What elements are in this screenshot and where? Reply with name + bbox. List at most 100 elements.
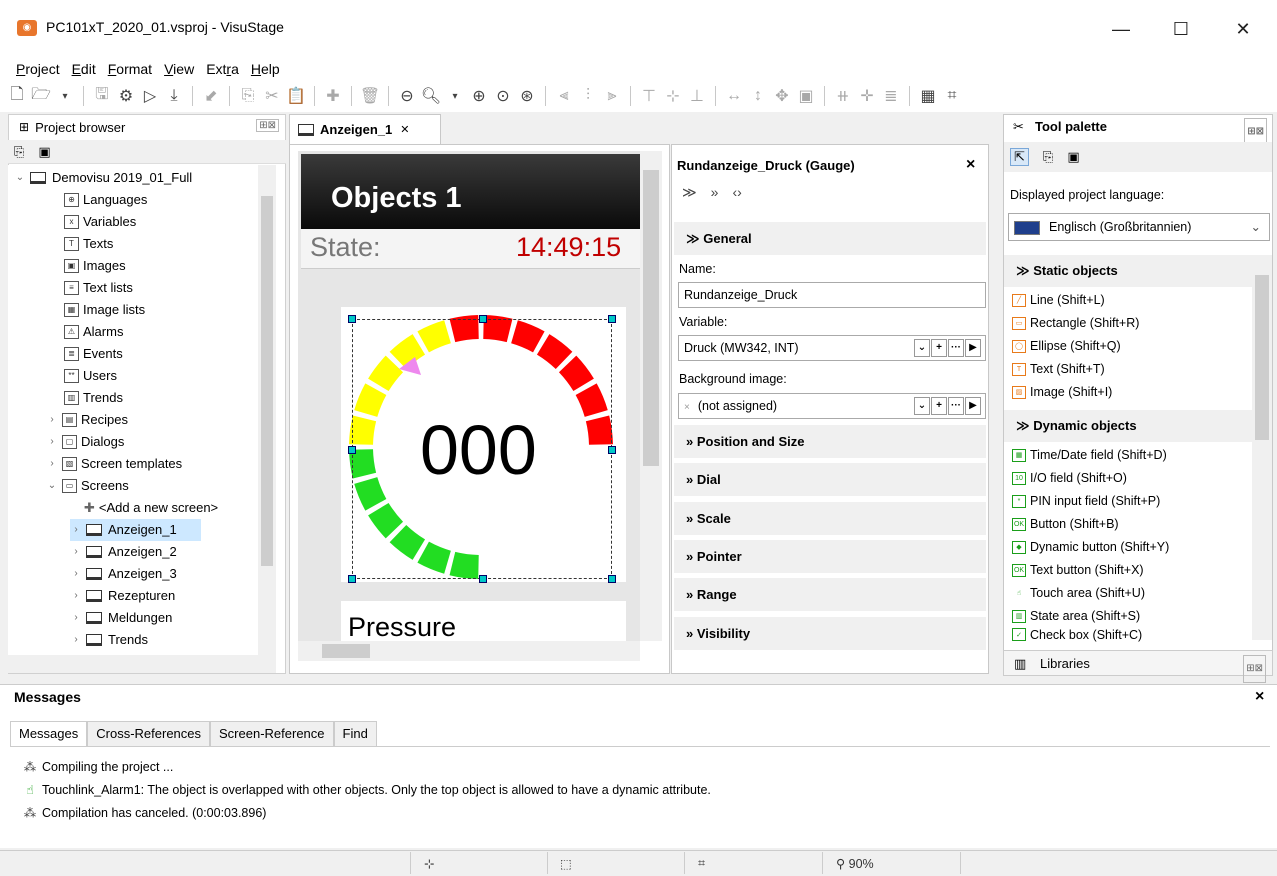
- tree-item-alarms[interactable]: ⚠ Alarms: [64, 321, 123, 343]
- zoom-100-icon[interactable]: ⊙: [494, 87, 512, 105]
- delete-icon[interactable]: 🗑: [360, 87, 380, 105]
- code-icon[interactable]: ‹›: [732, 184, 741, 201]
- tree-item-anzeigen-1[interactable]: › Anzeigen_1: [70, 519, 201, 541]
- resize-handle[interactable]: [479, 315, 487, 323]
- menu-project[interactable]: Project: [16, 58, 60, 80]
- menu-format[interactable]: Format: [108, 58, 152, 80]
- tree-item-trends-screen[interactable]: › Trends: [70, 629, 148, 651]
- tab-find[interactable]: Find: [333, 721, 377, 746]
- tab-cross-references[interactable]: Cross-References: [87, 721, 211, 746]
- tree-item-add-screen[interactable]: ✚ <Add a new screen>: [84, 497, 218, 519]
- save-icon[interactable]: 🖫: [93, 86, 111, 105]
- section-scale[interactable]: » Scale: [674, 502, 986, 535]
- section-visibility[interactable]: » Visibility: [674, 617, 986, 650]
- tab-anzeigen-1[interactable]: Anzeigen_1 ✕: [289, 114, 441, 144]
- zoom-icon[interactable]: 🔍︎: [421, 87, 441, 105]
- resize-handle[interactable]: [608, 446, 616, 454]
- play-icon[interactable]: ▶: [965, 397, 981, 415]
- tool-time-date-field[interactable]: ▦ Time/Date field (Shift+D): [1012, 444, 1167, 466]
- zoom-fit-icon[interactable]: ⊛: [518, 87, 536, 105]
- same-size-icon[interactable]: ✥: [773, 87, 791, 105]
- message-item[interactable]: ⁂ Compiling the project ...: [22, 759, 174, 775]
- select-pointer-icon[interactable]: ⇱: [1010, 148, 1029, 166]
- tool-check-box[interactable]: ✓ Check box (Shift+C): [1012, 628, 1142, 642]
- same-height-icon[interactable]: ↕: [749, 87, 767, 105]
- section-position-size[interactable]: » Position and Size: [674, 425, 986, 458]
- dynamic-objects-header[interactable]: ≫ Dynamic objects: [1004, 410, 1252, 442]
- tree-item-events[interactable]: ≣ Events: [64, 343, 123, 365]
- align-middle-icon[interactable]: ⊹: [664, 87, 682, 105]
- cut-icon[interactable]: ✂: [263, 87, 281, 105]
- copy-icon[interactable]: ⎘: [14, 144, 24, 160]
- fit-icon[interactable]: ▣: [797, 87, 815, 105]
- section-general[interactable]: ≫ General: [674, 222, 986, 255]
- pin-icon[interactable]: ⊞⊠: [1243, 655, 1266, 683]
- screen-view-icon[interactable]: ▣: [38, 144, 50, 160]
- settings-icon[interactable]: ⚙: [117, 87, 135, 105]
- tool-state-area[interactable]: ▥ State area (Shift+S): [1012, 605, 1140, 627]
- resize-handle[interactable]: [348, 315, 356, 323]
- tree-horizontal-scrollbar[interactable]: [8, 655, 276, 673]
- tab-close-icon[interactable]: ✕: [400, 123, 409, 136]
- align-center-icon[interactable]: ⫶: [579, 87, 597, 105]
- collapse-all-icon[interactable]: ≫: [682, 184, 697, 201]
- editor-horizontal-thumb[interactable]: [322, 644, 370, 658]
- paste-icon[interactable]: 📋: [286, 87, 306, 105]
- copy-icon[interactable]: ⎘: [239, 87, 257, 105]
- more-icon[interactable]: ···: [948, 339, 964, 357]
- chevron-down-icon[interactable]: ⌄: [914, 339, 930, 357]
- add-icon[interactable]: +: [931, 339, 947, 357]
- tree-item-screens[interactable]: ⌄ ▭ Screens: [46, 475, 129, 497]
- more-icon[interactable]: ···: [948, 397, 964, 415]
- tree-item-recipes[interactable]: › ▤ Recipes: [46, 409, 128, 431]
- tool-pin-input[interactable]: * PIN input field (Shift+P): [1012, 490, 1160, 512]
- open-folder-icon[interactable]: 🗁: [31, 86, 51, 105]
- menu-help[interactable]: Help: [251, 58, 280, 80]
- tree-item-meldungen[interactable]: › Meldungen: [70, 607, 172, 629]
- tree-item-trends[interactable]: ▥ Trends: [64, 387, 123, 409]
- tool-text-button[interactable]: OK Text button (Shift+X): [1012, 559, 1144, 581]
- tree-scroll-thumb[interactable]: [261, 196, 273, 566]
- resize-handle[interactable]: [479, 575, 487, 583]
- tree-item-users[interactable]: ** Users: [64, 365, 117, 387]
- add-icon[interactable]: ✚: [324, 87, 342, 105]
- dropdown-arrow-icon[interactable]: ▾: [446, 87, 464, 105]
- tree-item-dialogs[interactable]: › ▢ Dialogs: [46, 431, 124, 453]
- tool-ellipse[interactable]: ◯ Ellipse (Shift+Q): [1012, 335, 1121, 357]
- tree-item-root[interactable]: ⌄ Demovisu 2019_01_Full: [14, 167, 192, 189]
- pin-icon[interactable]: ⊞⊠: [256, 119, 279, 132]
- resize-handle[interactable]: [608, 575, 616, 583]
- tool-palette-scroll-thumb[interactable]: [1255, 275, 1269, 440]
- grid-icon[interactable]: ▦: [919, 87, 937, 105]
- section-range[interactable]: » Range: [674, 578, 986, 611]
- copy-icon[interactable]: ⎘: [1043, 149, 1053, 165]
- center-icon[interactable]: ✛: [858, 87, 876, 105]
- close-window-button[interactable]: ✕: [1220, 14, 1266, 44]
- clear-icon[interactable]: ×: [684, 402, 690, 413]
- play-icon[interactable]: ▷: [141, 87, 159, 105]
- pointer-icon[interactable]: ⬋: [202, 87, 220, 105]
- resize-handle[interactable]: [608, 315, 616, 323]
- messages-close-button[interactable]: ×: [1255, 688, 1264, 706]
- tool-touch-area[interactable]: ☝ Touch area (Shift+U): [1012, 582, 1145, 604]
- menu-view[interactable]: View: [164, 58, 194, 80]
- minimize-button[interactable]: —: [1098, 14, 1144, 44]
- maximize-button[interactable]: ☐: [1158, 14, 1204, 44]
- tool-image[interactable]: ▨ Image (Shift+I): [1012, 381, 1112, 403]
- properties-close-button[interactable]: ×: [966, 156, 975, 174]
- zoom-in-icon[interactable]: ⊕: [470, 87, 488, 105]
- tree-item-image-lists[interactable]: ▦ Image lists: [64, 299, 145, 321]
- same-width-icon[interactable]: ↔: [725, 87, 743, 105]
- tool-text[interactable]: T Text (Shift+T): [1012, 358, 1105, 380]
- download-icon[interactable]: ⤓: [165, 87, 183, 105]
- tab-messages[interactable]: Messages: [10, 721, 88, 746]
- menu-extra[interactable]: Extra: [206, 58, 239, 80]
- message-item[interactable]: ☝ Touchlink_Alarm1: The object is overlap…: [22, 782, 711, 798]
- tree-item-texts[interactable]: T Texts: [64, 233, 113, 255]
- language-select[interactable]: Englisch (Großbritannien) ⌄: [1008, 213, 1270, 241]
- section-pointer[interactable]: » Pointer: [674, 540, 986, 573]
- tool-rectangle[interactable]: ▭ Rectangle (Shift+R): [1012, 312, 1139, 334]
- new-project-icon[interactable]: 🗋: [8, 86, 26, 105]
- zoom-level[interactable]: ⚲ 90%: [836, 856, 874, 871]
- expand-icon[interactable]: »: [711, 184, 719, 201]
